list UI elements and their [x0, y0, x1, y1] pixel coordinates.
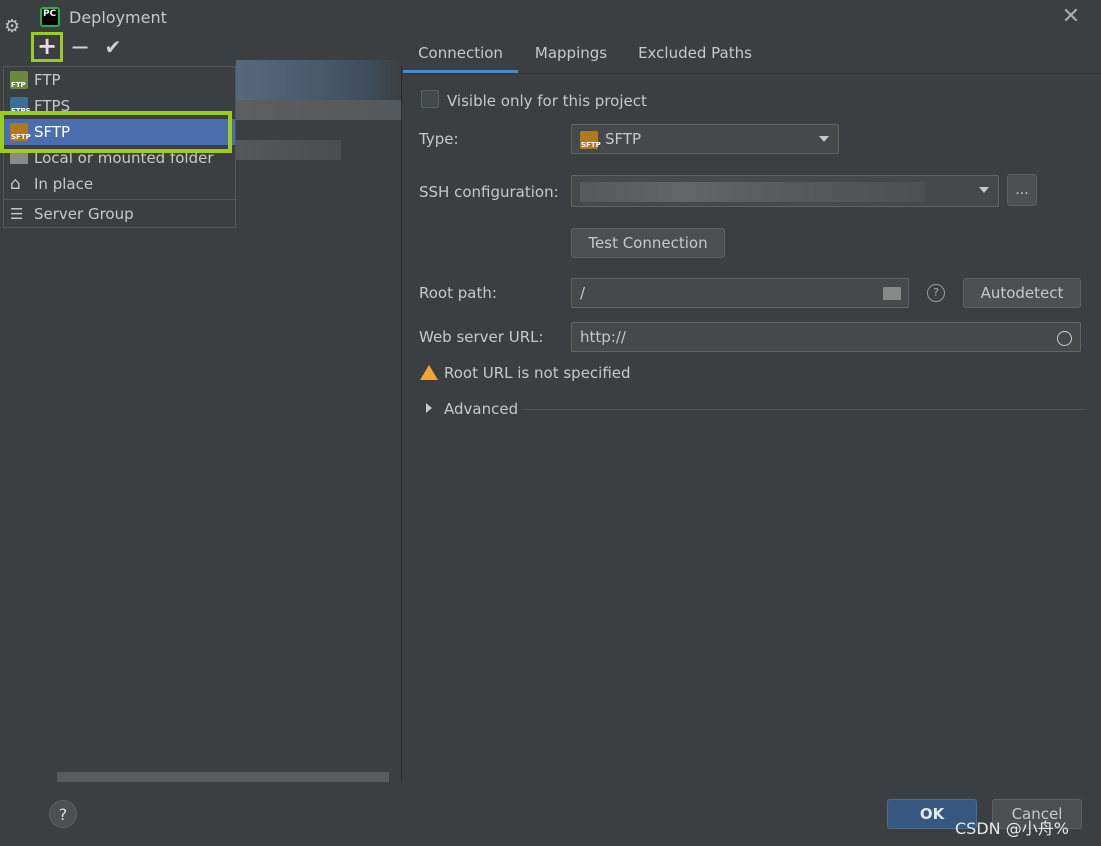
menu-item-label: FTP — [34, 71, 61, 89]
dialog-title: Deployment — [69, 8, 167, 27]
chevron-right-icon[interactable] — [426, 403, 432, 413]
blurred-server-entry — [236, 60, 401, 100]
server-group-icon: ☰ — [10, 205, 24, 223]
menu-item-label: Server Group — [34, 205, 134, 223]
horizontal-scrollbar[interactable] — [57, 772, 389, 782]
settings-tabs: Connection Mappings Excluded Paths — [403, 35, 1101, 74]
root-path-input[interactable]: / — [571, 278, 909, 308]
visible-only-label: Visible only for this project — [447, 92, 647, 110]
section-divider — [523, 409, 1085, 410]
root-path-value: / — [580, 284, 586, 302]
tab-mappings[interactable]: Mappings — [521, 35, 621, 73]
menu-item-ftp[interactable]: FTP FTP — [4, 67, 235, 93]
menu-item-in-place[interactable]: ⌂ In place — [4, 171, 235, 197]
blurred-ssh-value — [580, 182, 925, 202]
ssh-configuration-select[interactable] — [571, 175, 999, 207]
warning-icon — [420, 365, 438, 380]
menu-item-label: In place — [34, 175, 94, 193]
blurred-server-entry — [236, 100, 401, 120]
chevron-down-icon — [979, 187, 989, 193]
pycharm-app-icon: PC — [40, 7, 60, 27]
autodetect-button[interactable]: Autodetect — [963, 278, 1081, 308]
ssh-configuration-label: SSH configuration: — [419, 183, 559, 201]
visible-only-checkbox[interactable] — [421, 90, 439, 108]
chevron-down-icon — [819, 136, 829, 142]
test-connection-button[interactable]: Test Connection — [571, 228, 725, 258]
dialog-title-bar — [32, 0, 1101, 34]
type-label: Type: — [419, 130, 459, 148]
tab-connection[interactable]: Connection — [403, 35, 518, 73]
close-icon[interactable]: ✕ — [1058, 4, 1084, 30]
advanced-section-toggle[interactable]: Advanced — [444, 400, 518, 418]
folder-icon[interactable] — [883, 287, 901, 300]
root-path-label: Root path: — [419, 284, 497, 302]
tab-excluded-paths[interactable]: Excluded Paths — [625, 35, 765, 73]
add-server-button[interactable]: + — [31, 32, 63, 62]
sftp-highlight-frame — [0, 111, 232, 153]
type-value: SFTP — [605, 130, 642, 148]
globe-icon[interactable] — [1057, 331, 1072, 346]
web-server-url-input[interactable]: http:// — [571, 322, 1081, 352]
local-folder-icon — [10, 152, 28, 164]
gear-icon[interactable]: ⚙ — [4, 18, 22, 36]
watermark: CSDN @小舟% — [955, 819, 1069, 838]
menu-item-server-group[interactable]: ☰ Server Group — [4, 201, 235, 227]
menu-separator — [4, 199, 235, 200]
type-select[interactable]: SFTP SFTP — [571, 124, 839, 154]
help-button[interactable]: ? — [49, 800, 77, 828]
root-url-warning: Root URL is not specified — [444, 364, 631, 382]
web-server-url-value: http:// — [580, 328, 626, 346]
home-icon: ⌂ — [10, 174, 21, 194]
blurred-server-entry — [236, 140, 341, 160]
remove-server-button[interactable]: − — [70, 35, 90, 59]
sftp-server-icon: SFTP — [580, 131, 601, 149]
set-default-button[interactable]: ✔ — [102, 36, 124, 58]
question-icon[interactable]: ? — [927, 284, 945, 302]
web-server-url-label: Web server URL: — [419, 328, 544, 346]
ssh-configuration-more-button[interactable]: ... — [1007, 174, 1037, 206]
ftp-server-icon: FTP — [10, 71, 28, 89]
